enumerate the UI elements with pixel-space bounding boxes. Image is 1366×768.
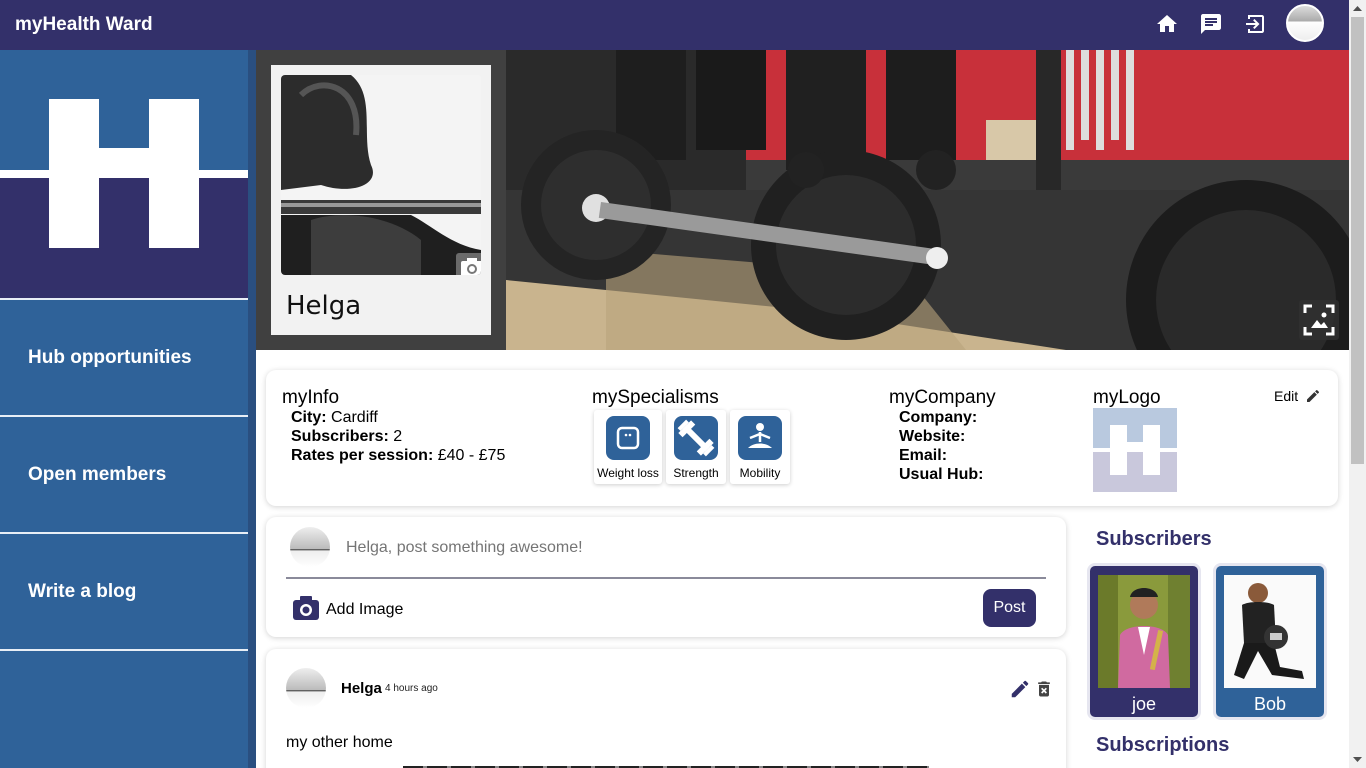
specialism-label: Strength	[673, 466, 719, 480]
company-name-label: Company:	[899, 409, 978, 426]
specialism-label: Weight loss	[597, 466, 659, 480]
camera-icon	[293, 596, 319, 620]
sidebar-divider	[0, 649, 248, 651]
subscriber-card-joe[interactable]: joe	[1087, 563, 1201, 720]
edit-profile-button[interactable]: Edit	[1274, 388, 1321, 404]
logo-h-right	[149, 99, 199, 248]
sidebar-item-open-members[interactable]: Open members	[28, 464, 166, 486]
info-subscribers-value: 2	[393, 428, 403, 445]
profile-photo[interactable]	[281, 75, 481, 275]
camera-icon	[461, 258, 481, 275]
company-email-label: Email:	[899, 447, 948, 464]
info-subscribers: Subscribers: 2	[291, 428, 402, 446]
subscriber-card-bob[interactable]: Bob	[1213, 563, 1327, 720]
image-expand-icon	[1303, 304, 1335, 336]
edit-label: Edit	[1274, 388, 1299, 404]
change-photo-button[interactable]	[456, 253, 481, 275]
logout-icon[interactable]	[1243, 12, 1267, 36]
chat-icon[interactable]	[1199, 12, 1223, 36]
company-website-label: Website:	[899, 428, 966, 445]
logo-bottom-band	[0, 178, 248, 298]
add-image-button[interactable]: Add Image	[292, 595, 403, 621]
profile-name: Helga	[286, 291, 362, 321]
page-scrollbar[interactable]	[1349, 0, 1366, 768]
profile-banner: Helga	[256, 50, 1349, 350]
sidebar: Hub opportunities Open members Write a b…	[0, 50, 248, 768]
feed-post: Helga 4 hours ago my other home	[266, 649, 1066, 768]
mylogo-title: myLogo	[1093, 387, 1161, 408]
dumbbell-icon	[674, 416, 718, 460]
sidebar-item-write-a-blog[interactable]: Write a blog	[28, 581, 136, 603]
subscriber-name: Bob	[1253, 694, 1287, 714]
logo-h-bar	[99, 148, 149, 176]
info-rates: Rates per session: £40 - £75	[291, 447, 505, 465]
subscriber-photo	[1098, 575, 1190, 688]
user-avatar[interactable]	[1286, 4, 1324, 42]
add-image-label: Add Image	[326, 601, 404, 618]
post-timestamp: 4 hours ago	[385, 683, 438, 694]
company-email: Email:	[899, 447, 947, 465]
meditation-icon	[738, 416, 782, 460]
subscriber-photo	[1224, 575, 1316, 688]
logo-h-left	[49, 99, 99, 248]
specialism-mobility[interactable]: Mobility	[730, 410, 790, 484]
company-name: Company:	[899, 409, 977, 427]
company-website: Website:	[899, 428, 965, 446]
sidebar-divider	[0, 532, 248, 534]
info-city-label: City:	[291, 409, 327, 426]
myspecialisms-title: mySpecialisms	[592, 387, 719, 408]
subscriptions-title: Subscriptions	[1096, 734, 1230, 756]
delete-post-icon[interactable]	[1034, 678, 1054, 700]
specialism-weight-loss[interactable]: Weight loss	[594, 410, 662, 484]
myinfo-title: myInfo	[282, 387, 340, 408]
company-usual-hub-label: Usual Hub:	[899, 466, 984, 483]
sidebar-rail	[248, 50, 256, 768]
sidebar-logo[interactable]	[0, 50, 248, 298]
sidebar-divider	[0, 415, 248, 417]
change-cover-button[interactable]	[1299, 300, 1339, 340]
scrollbar-thumb[interactable]	[1351, 17, 1364, 464]
profile-photo-image	[281, 75, 481, 275]
composer-underline	[286, 577, 1046, 579]
post-author[interactable]: Helga	[341, 680, 382, 697]
info-subscribers-label: Subscribers:	[291, 428, 389, 445]
sidebar-item-hub-opportunities[interactable]: Hub opportunities	[28, 347, 192, 369]
company-usual-hub: Usual Hub:	[899, 466, 983, 484]
company-logo	[1093, 408, 1177, 492]
post-body: my other home	[286, 734, 393, 751]
info-rates-value: £40 - £75	[437, 447, 506, 464]
info-rates-label: Rates per session:	[291, 447, 434, 464]
post-composer: Add Image Post	[266, 517, 1066, 637]
cover-photo	[506, 50, 1349, 350]
info-city: City: Cardiff	[291, 409, 378, 427]
sidebar-divider	[0, 298, 248, 300]
info-card: myInfo City: Cardiff Subscribers: 2 Rate…	[266, 370, 1338, 506]
scale-icon	[606, 416, 650, 460]
subscribers-title: Subscribers	[1096, 528, 1212, 550]
subscriber-name: joe	[1131, 694, 1157, 714]
scroll-down-icon[interactable]	[1349, 751, 1366, 768]
profile-card: Helga	[271, 65, 491, 335]
info-city-value: Cardiff	[331, 409, 378, 426]
scroll-up-icon[interactable]	[1349, 0, 1366, 17]
edit-post-icon[interactable]	[1009, 678, 1031, 700]
home-icon[interactable]	[1155, 12, 1179, 36]
post-button[interactable]: Post	[983, 589, 1036, 627]
post-input[interactable]	[346, 539, 1046, 557]
pencil-icon	[1307, 389, 1320, 402]
composer-avatar	[290, 527, 330, 567]
post-author-avatar[interactable]	[286, 668, 326, 708]
mycompany-title: myCompany	[889, 387, 996, 408]
app-title[interactable]: myHealth Ward	[15, 14, 153, 36]
profile-frame: Helga	[256, 50, 506, 350]
specialism-label: Mobility	[739, 466, 781, 480]
specialism-strength[interactable]: Strength	[666, 410, 726, 484]
top-bar: myHealth Ward	[0, 0, 1349, 50]
